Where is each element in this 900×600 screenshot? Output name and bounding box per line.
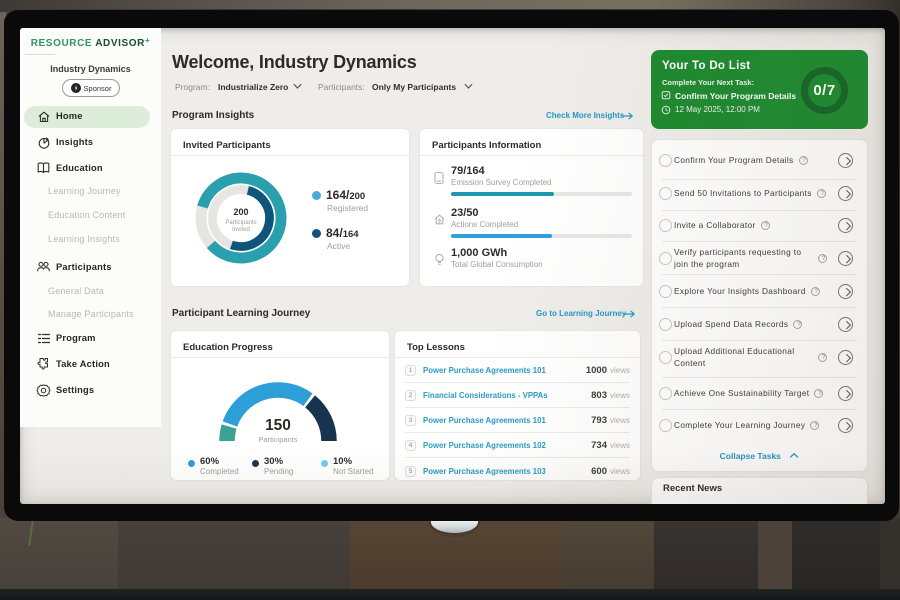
svg-text:Participants: Participants xyxy=(225,220,256,226)
svg-text:150: 150 xyxy=(265,417,291,434)
svg-text:Invited: Invited xyxy=(232,227,250,233)
svg-text:200: 200 xyxy=(233,207,248,217)
svg-text:Participants: Participants xyxy=(258,435,297,444)
